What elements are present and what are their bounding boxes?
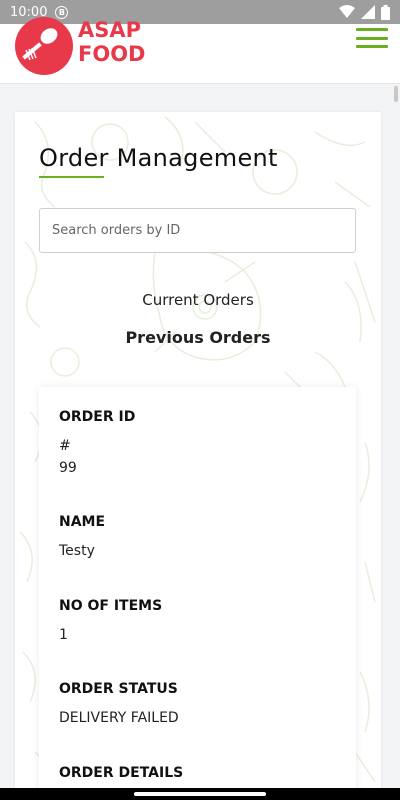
hamburger-menu-button[interactable] (356, 26, 388, 50)
name-label: NAME (59, 514, 106, 530)
system-nav-bar (0, 788, 400, 800)
scrollbar-thumb[interactable] (394, 86, 398, 102)
brand-name: ASAP FOOD (78, 18, 145, 66)
name-value: Testy (59, 543, 95, 559)
cellular-signal-icon (361, 5, 375, 19)
tab-current-orders[interactable]: Current Orders (15, 291, 381, 309)
order-details-label: ORDER DETAILS (59, 765, 184, 781)
order-management-card: Order Management Current Orders Previous… (15, 112, 381, 788)
order-id-value: 99 (59, 460, 77, 476)
order-status-label: ORDER STATUS (59, 681, 178, 697)
menu-bar-icon (356, 36, 388, 40)
tab-previous-orders[interactable]: Previous Orders (15, 328, 381, 347)
order-id-prefix: # (59, 438, 71, 454)
order-status-value: DELIVERY FAILED (59, 710, 179, 726)
brand-line-2: FOOD (78, 42, 146, 66)
order-item-card[interactable]: ORDER ID # 99 NAME Testy NO OF ITEMS 1 O… (39, 387, 356, 788)
page-title: Order Management (39, 144, 278, 172)
menu-bar-icon (356, 28, 388, 31)
search-orders-input[interactable] (39, 208, 356, 253)
order-id-label: ORDER ID (59, 409, 136, 425)
app-header: ASAP FOOD (0, 17, 400, 84)
items-count-value: 1 (59, 627, 68, 643)
wifi-icon (339, 5, 355, 18)
battery-icon (381, 4, 390, 20)
title-underline (39, 176, 104, 178)
asap-food-logo-icon (15, 17, 73, 75)
brand-line-1: ASAP (78, 18, 142, 42)
menu-bar-icon (356, 45, 388, 48)
items-count-label: NO OF ITEMS (59, 598, 163, 614)
status-icons (339, 4, 390, 20)
home-gesture-handle[interactable] (134, 792, 266, 796)
